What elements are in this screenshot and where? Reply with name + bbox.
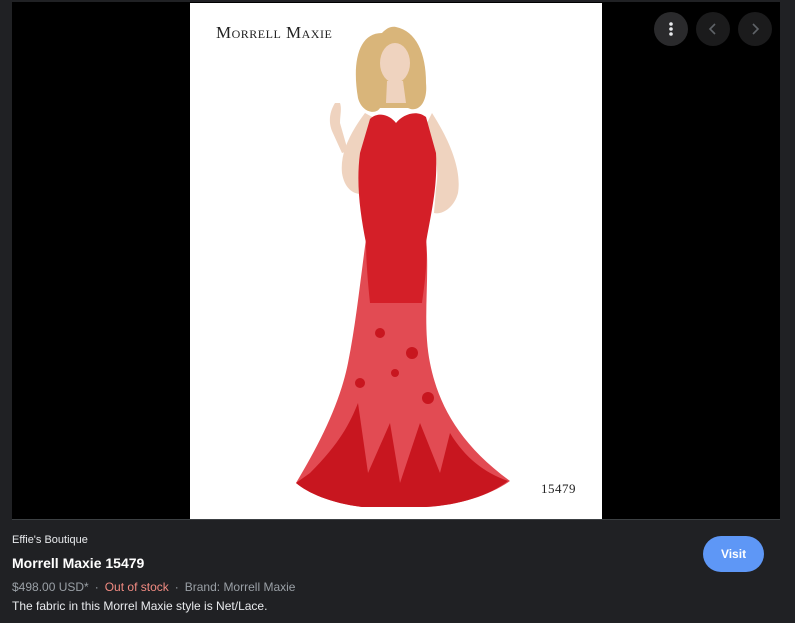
product-info: Effie's Boutique Morrell Maxie 15479 $49…	[12, 532, 692, 614]
divider	[12, 519, 780, 520]
product-image[interactable]: Morrell Maxie 15479	[190, 3, 602, 519]
more-options-button[interactable]	[654, 12, 688, 46]
more-vert-icon	[669, 22, 673, 36]
stock-status: Out of stock	[104, 580, 169, 594]
chevron-right-icon	[752, 23, 760, 35]
separator: ·	[94, 580, 99, 594]
product-meta: $498.00 USD* · Out of stock · Brand: Morrell…	[12, 579, 692, 595]
product-title[interactable]: Morrell Maxie 15479	[12, 553, 692, 573]
previous-image-button[interactable]	[696, 12, 730, 46]
product-description: The fabric in this Morrel Maxie style is…	[12, 599, 268, 613]
visit-button[interactable]: Visit	[703, 536, 764, 572]
next-image-button[interactable]	[738, 12, 772, 46]
merchant-name[interactable]: Effie's Boutique	[12, 532, 692, 548]
product-preview-panel: Morrell Maxie 15479 Effie's Boutique Mor…	[0, 0, 795, 623]
chevron-left-icon	[708, 23, 716, 35]
separator: ·	[174, 580, 179, 594]
image-style-number: 15479	[541, 481, 576, 496]
image-viewer: Morrell Maxie 15479	[12, 2, 780, 519]
price: $498.00 USD*	[12, 580, 89, 594]
brand-label: Brand: Morrell Maxie	[184, 580, 296, 594]
image-brand-logo: Morrell Maxie	[216, 23, 333, 42]
model-in-red-gown-illustration	[296, 26, 510, 507]
